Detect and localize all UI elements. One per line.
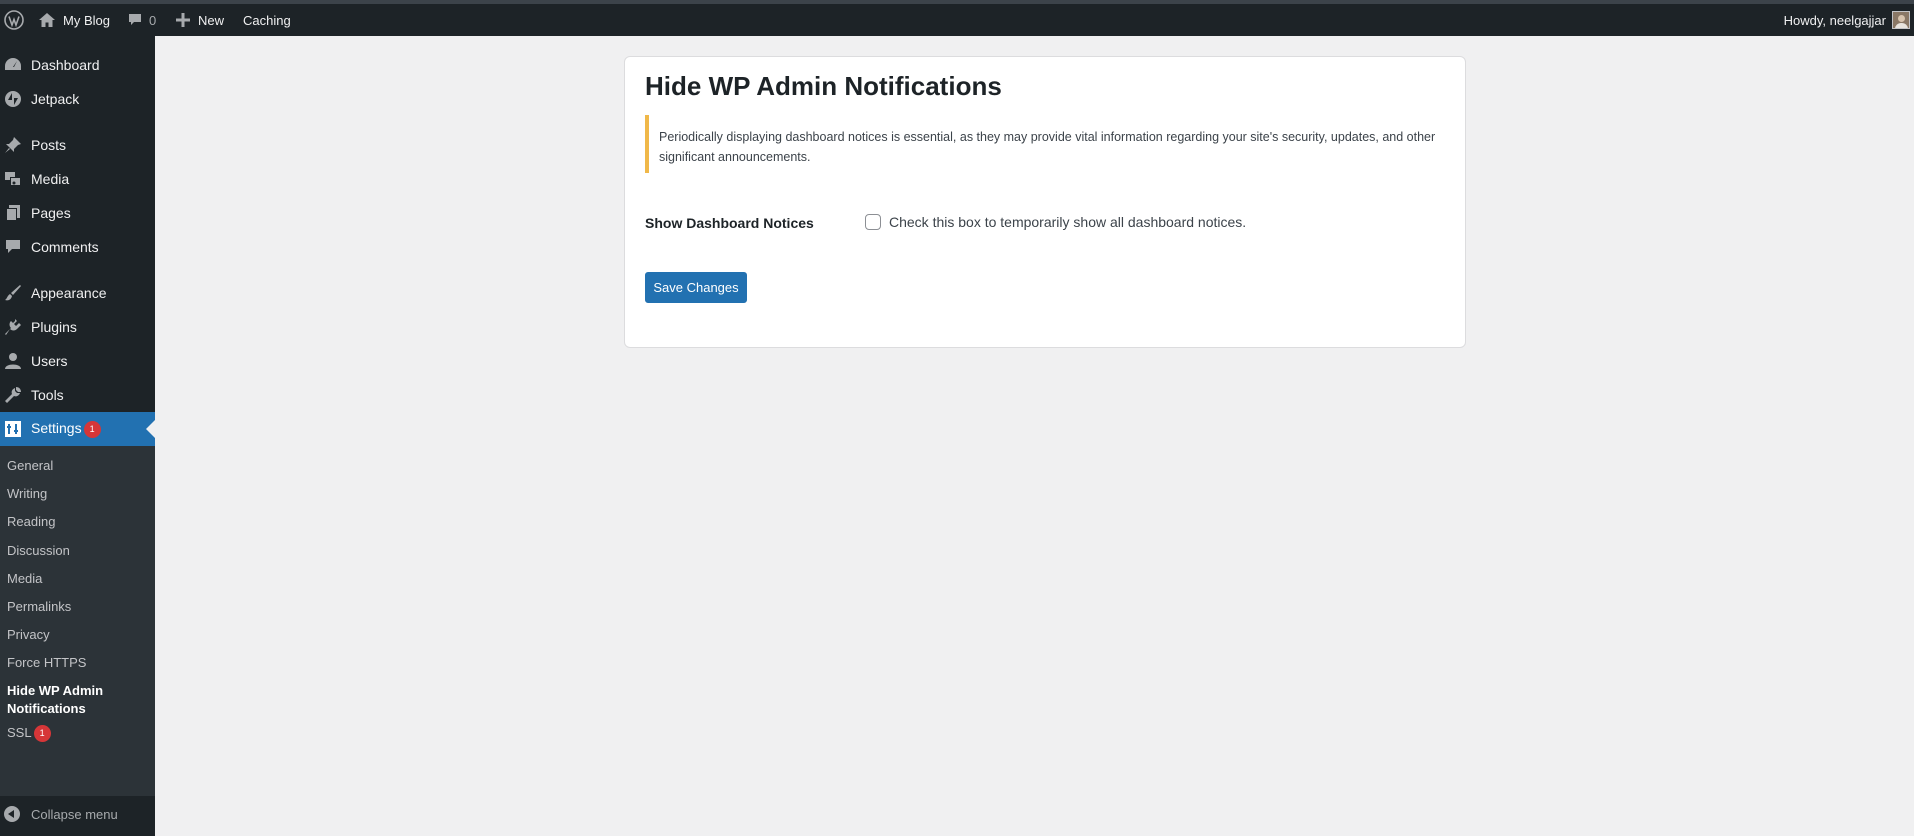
dashboard-icon [4, 56, 22, 74]
submenu-item-permalinks[interactable]: Permalinks [7, 599, 71, 614]
user-account-menu[interactable]: Howdy, neelgajjar [1784, 4, 1910, 36]
sidebar-item-label: Appearance [31, 285, 107, 301]
home-icon [39, 13, 55, 27]
sidebar-item-label: Pages [31, 205, 71, 221]
media-icon [4, 170, 22, 188]
page-title: Hide WP Admin Notifications [645, 71, 1002, 101]
pages-icon [4, 204, 22, 222]
settings-card: Hide WP Admin Notifications Periodically… [624, 56, 1466, 348]
sidebar-item-label: Users [31, 353, 68, 369]
sidebar-item-label: Tools [31, 387, 64, 403]
comment-bubble-icon [4, 238, 22, 256]
sidebar-item-media[interactable]: Media [0, 162, 155, 196]
paintbrush-icon [4, 284, 22, 302]
sidebar-item-dashboard[interactable]: Dashboard [0, 48, 155, 82]
settings-update-badge: 1 [83, 420, 101, 438]
plus-icon [176, 13, 190, 27]
comments-link[interactable]: 0 [127, 4, 156, 36]
sidebar-item-label: Posts [31, 137, 67, 153]
jetpack-icon [4, 90, 22, 108]
wordpress-logo[interactable] [4, 4, 24, 36]
sidebar-item-label: Jetpack [31, 91, 80, 107]
current-menu-arrow [146, 420, 155, 438]
settings-submenu: General Writing Reading Discussion Media… [0, 446, 155, 796]
collapse-menu-button[interactable]: Collapse menu [0, 798, 155, 830]
new-label: New [198, 12, 225, 28]
save-changes-button[interactable]: Save Changes [645, 272, 747, 303]
collapse-arrow-icon [4, 806, 20, 822]
show-notices-checkbox[interactable] [865, 214, 881, 230]
collapse-menu-label: Collapse menu [31, 806, 118, 822]
sidebar-item-users[interactable]: Users [0, 344, 155, 378]
settings-label: Settings [31, 420, 82, 437]
pushpin-icon [4, 136, 22, 154]
submenu-item-privacy[interactable]: Privacy [7, 627, 50, 642]
show-notices-option[interactable]: Check this box to temporarily show all d… [865, 214, 1246, 230]
notice-text: Periodically displaying dashboard notice… [659, 130, 1436, 164]
sidebar-item-label: Dashboard [31, 57, 100, 73]
new-content-link[interactable]: New [176, 4, 224, 36]
settings-icon [4, 420, 22, 438]
submenu-item-hide-wp-admin-notifications[interactable]: Hide WP Admin Notifications [7, 682, 137, 718]
wrench-icon [4, 386, 22, 404]
submenu-item-writing[interactable]: Writing [7, 486, 47, 501]
sidebar-item-jetpack[interactable]: Jetpack [0, 82, 155, 116]
submenu-item-general[interactable]: General [7, 458, 53, 473]
site-name: My Blog [63, 12, 110, 28]
admin-sidebar: Dashboard Jetpack Posts Media Pages Comm… [0, 36, 155, 836]
submenu-item-reading[interactable]: Reading [7, 514, 55, 529]
plugin-icon [4, 318, 22, 336]
caching-label: Caching [243, 12, 291, 28]
sidebar-item-comments[interactable]: Comments [0, 230, 155, 264]
notice-box: Periodically displaying dashboard notice… [645, 115, 1445, 173]
show-dashboard-notices-label: Show Dashboard Notices [645, 215, 814, 231]
sidebar-item-plugins[interactable]: Plugins [0, 310, 155, 344]
howdy-text: Howdy, neelgajjar [1783, 12, 1886, 28]
sidebar-item-settings[interactable]: Settings 1 [0, 412, 155, 446]
comment-bubble-icon [129, 14, 141, 25]
wordpress-icon [4, 10, 24, 30]
site-name-link[interactable]: My Blog [38, 4, 110, 36]
submenu-item-discussion[interactable]: Discussion [7, 543, 70, 558]
submenu-item-force-https[interactable]: Force HTTPS [7, 655, 86, 670]
sidebar-item-pages[interactable]: Pages [0, 196, 155, 230]
sidebar-item-label: Plugins [31, 319, 77, 335]
user-icon [4, 352, 22, 370]
comments-count: 0 [149, 12, 157, 28]
sidebar-item-label: Comments [31, 239, 99, 255]
avatar [1892, 11, 1910, 29]
sidebar-item-tools[interactable]: Tools [0, 378, 155, 412]
admin-bar: My Blog 0 New Caching Howdy, neelgajjar [0, 4, 1914, 36]
sidebar-item-posts[interactable]: Posts [0, 128, 155, 162]
sidebar-item-label: Settings 1 [31, 420, 101, 438]
caching-link[interactable]: Caching [243, 4, 291, 36]
sidebar-item-label: Media [31, 171, 70, 187]
submenu-item-media[interactable]: Media [7, 571, 42, 586]
submenu-item-ssl[interactable]: SSL 1 [7, 725, 51, 743]
ssl-badge: 1 [33, 725, 51, 743]
sidebar-item-appearance[interactable]: Appearance [0, 276, 155, 310]
ssl-label: SSL [7, 725, 32, 740]
checkbox-label: Check this box to temporarily show all d… [889, 214, 1247, 230]
